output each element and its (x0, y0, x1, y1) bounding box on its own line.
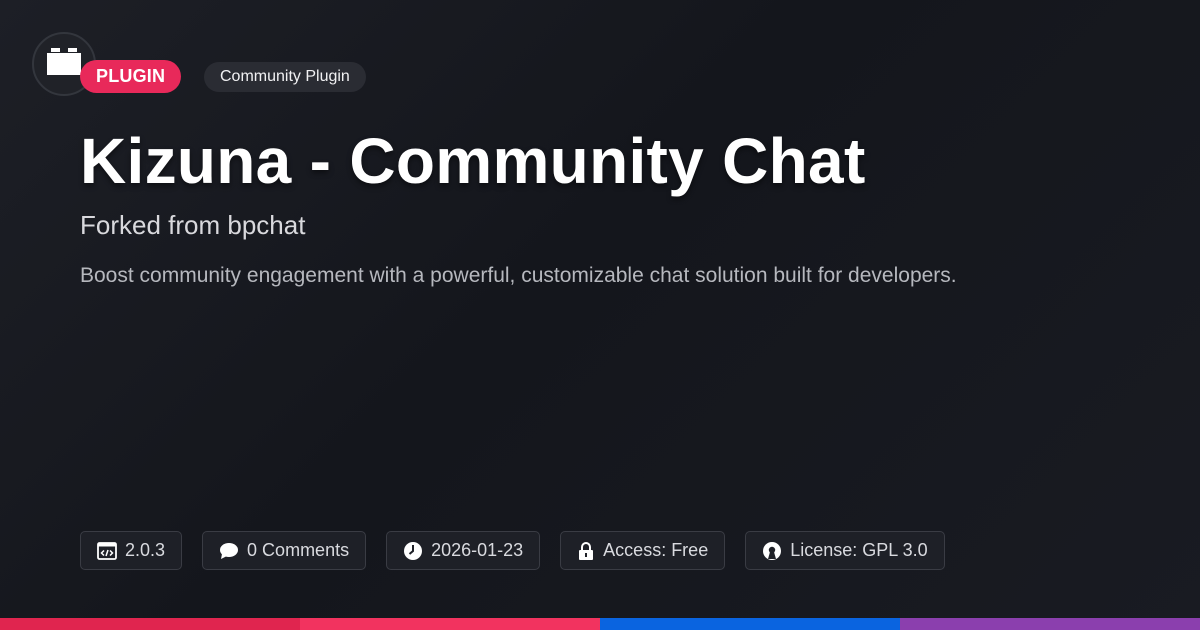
date-label: 2026-01-23 (431, 540, 524, 560)
date-chip: 2026-01-23 (386, 531, 541, 570)
meta-row: 2.0.3 0 Comments 2026-01-23 Access: Free… (80, 531, 945, 570)
forked-from-subtitle: Forked from bpchat (80, 210, 306, 240)
comment-icon (219, 542, 239, 560)
color-stripe (0, 618, 1200, 630)
stripe-segment-3 (600, 618, 900, 630)
open-source-icon (762, 541, 782, 561)
license-chip: License: GPL 3.0 (745, 531, 945, 570)
access-chip: Access: Free (560, 531, 726, 570)
plugin-block-icon (47, 48, 81, 75)
access-label: Access: Free (603, 540, 709, 560)
comments-chip[interactable]: 0 Comments (202, 531, 367, 570)
stripe-segment-1 (0, 618, 300, 630)
lock-icon (577, 541, 595, 561)
license-label: License: GPL 3.0 (790, 540, 928, 560)
version-label: 2.0.3 (125, 540, 166, 560)
clock-icon (403, 541, 423, 561)
plugin-description: Boost community engagement with a powerf… (80, 264, 957, 287)
plugin-type-badge: PLUGIN (80, 60, 182, 93)
category-badge[interactable]: Community Plugin (204, 62, 366, 92)
comments-label: 0 Comments (247, 540, 350, 560)
version-chip: 2.0.3 (80, 531, 183, 570)
code-window-icon (97, 541, 117, 560)
page-title: Kizuna - Community Chat (80, 125, 866, 197)
stripe-segment-2 (300, 618, 600, 630)
stripe-segment-4 (900, 618, 1200, 630)
